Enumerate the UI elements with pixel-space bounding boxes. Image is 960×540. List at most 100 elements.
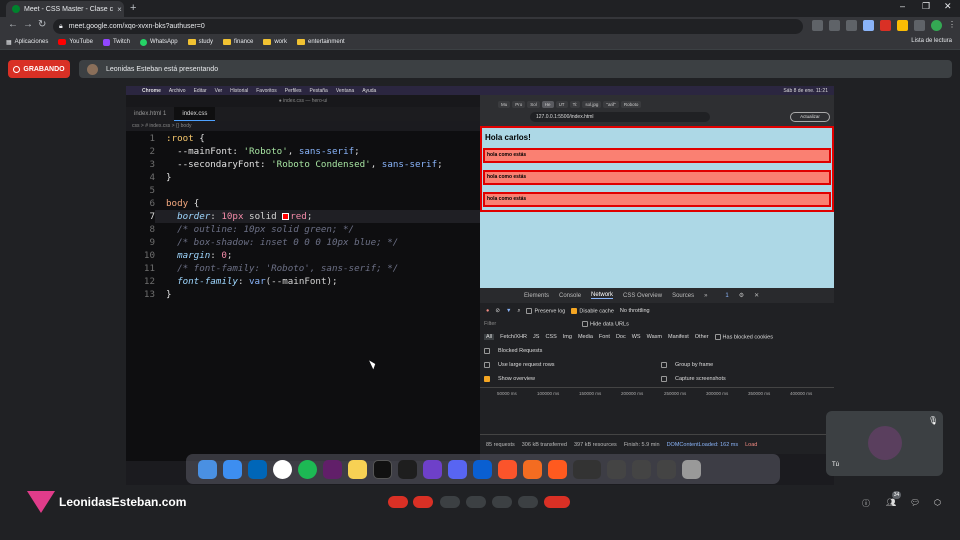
clear-icon[interactable]: ⊘ bbox=[495, 308, 500, 314]
inner-tab[interactable]: sol.jpg bbox=[582, 100, 602, 108]
sublime-icon[interactable] bbox=[523, 459, 542, 479]
blocked-requests-checkbox[interactable]: Blocked Requests bbox=[484, 348, 542, 354]
type-media[interactable]: Media bbox=[578, 334, 593, 340]
abp-icon[interactable] bbox=[880, 20, 891, 31]
disable-cache-checkbox[interactable]: Disable cache bbox=[571, 307, 614, 314]
address-bar[interactable]: 🔒︎ meet.google.com/xqo-xvxn-bks?authuser… bbox=[53, 19, 803, 34]
reload-icon[interactable]: ↻ bbox=[38, 19, 46, 30]
inner-tab[interactable]: He bbox=[541, 100, 554, 108]
inner-tab[interactable]: Roboto bbox=[620, 100, 642, 108]
profile-icon[interactable] bbox=[931, 20, 942, 31]
type-wasm[interactable]: Wasm bbox=[647, 334, 662, 340]
browser-tab[interactable]: Meet - CSS Master - Clase c × bbox=[6, 1, 124, 17]
leave-call-button[interactable] bbox=[544, 496, 570, 508]
bookmark-work[interactable]: work bbox=[263, 39, 287, 45]
tab-sources[interactable]: Sources bbox=[672, 293, 694, 299]
menu-icon[interactable]: ⋮ bbox=[948, 20, 959, 31]
type-all[interactable]: All bbox=[484, 334, 495, 341]
discord-icon[interactable] bbox=[448, 459, 467, 479]
inner-tab[interactable]: Sol bbox=[527, 100, 540, 108]
info-icon[interactable]: ⓘ bbox=[862, 498, 870, 509]
type-img[interactable]: Img bbox=[563, 334, 572, 340]
captions-button[interactable] bbox=[440, 496, 460, 508]
bookmark-apps[interactable]: ▦ Aplicaciones bbox=[6, 39, 48, 46]
back-icon[interactable]: ← bbox=[8, 19, 18, 30]
bookmark-twitch[interactable]: Twitch bbox=[102, 38, 130, 46]
show-overview-checkbox[interactable]: Show overview bbox=[484, 376, 535, 382]
type-fetch[interactable]: Fetch/XHR bbox=[500, 334, 527, 340]
camera-icon[interactable] bbox=[812, 20, 823, 31]
spotify-icon[interactable] bbox=[298, 459, 317, 479]
color-swatch-icon[interactable] bbox=[282, 213, 290, 220]
bookmark-whatsapp[interactable]: WhatsApp bbox=[139, 38, 178, 46]
blocked-cookies-checkbox[interactable]: Has blocked cookies bbox=[714, 334, 773, 340]
tab-network[interactable]: Network bbox=[591, 292, 614, 299]
chat-icon[interactable]: 💬︎ bbox=[910, 498, 920, 507]
preserve-log-checkbox[interactable]: Preserve log bbox=[526, 307, 565, 314]
mic-button[interactable] bbox=[388, 496, 408, 508]
present-button[interactable] bbox=[492, 496, 512, 508]
activities-icon[interactable]: ⬡ bbox=[934, 498, 941, 507]
search-icon[interactable]: ⌕ bbox=[517, 308, 520, 315]
share-icon[interactable] bbox=[829, 20, 840, 31]
bookmark-youtube[interactable]: YouTube bbox=[58, 39, 93, 45]
slack-icon[interactable] bbox=[323, 459, 342, 479]
type-doc[interactable]: Doc bbox=[616, 334, 626, 340]
type-font[interactable]: Font bbox=[599, 334, 610, 340]
chrome-icon[interactable] bbox=[273, 459, 292, 479]
type-js[interactable]: JS bbox=[533, 334, 539, 340]
filter-input[interactable]: Filter bbox=[484, 321, 576, 327]
hide-data-urls-checkbox[interactable]: Hide data URLs bbox=[582, 321, 629, 327]
group-frame-checkbox[interactable]: Group by frame bbox=[661, 362, 713, 368]
type-css[interactable]: CSS bbox=[545, 334, 556, 340]
tab-console[interactable]: Console bbox=[559, 293, 581, 299]
throttling-select[interactable]: No throttling bbox=[620, 308, 650, 314]
bookmark-finance[interactable]: finance bbox=[222, 39, 253, 45]
code-editor[interactable]: 1 2 3 4 5 6 7 8 9 10 11 12 13 :root { --… bbox=[126, 131, 480, 461]
1password-icon[interactable] bbox=[473, 459, 492, 479]
inner-tab[interactable]: UT bbox=[555, 100, 568, 108]
terminal-icon[interactable] bbox=[373, 459, 392, 479]
minimize-icon[interactable]: – bbox=[900, 1, 905, 11]
inner-tab[interactable]: Pro bbox=[512, 100, 526, 108]
tab-more[interactable]: » bbox=[704, 293, 707, 299]
app-icon[interactable] bbox=[548, 459, 567, 479]
extension2-icon[interactable] bbox=[897, 20, 908, 31]
github-icon[interactable] bbox=[423, 459, 442, 479]
capture-screenshots-checkbox[interactable]: Capture screenshots bbox=[661, 376, 726, 382]
mail-icon[interactable] bbox=[223, 459, 242, 479]
window-thumbnail[interactable] bbox=[632, 459, 651, 479]
tab-elements[interactable]: Elements bbox=[524, 293, 549, 299]
update-button[interactable]: Actualizar bbox=[790, 112, 830, 122]
new-tab-icon[interactable]: + bbox=[130, 2, 136, 14]
puzzle-icon[interactable] bbox=[914, 20, 925, 31]
close-devtools-icon[interactable]: ✕ bbox=[754, 292, 759, 299]
people-icon[interactable]: 👥︎ bbox=[886, 498, 896, 507]
record-network-icon[interactable]: ● bbox=[486, 308, 489, 314]
raise-hand-button[interactable] bbox=[466, 496, 486, 508]
window-thumbnail[interactable] bbox=[607, 459, 626, 479]
vscode-icon[interactable] bbox=[248, 459, 267, 479]
inner-tab[interactable]: "arif" bbox=[603, 100, 619, 108]
issues-badge[interactable]: 1 bbox=[725, 293, 728, 299]
brave-icon[interactable] bbox=[498, 459, 517, 479]
forward-icon[interactable]: → bbox=[23, 19, 33, 30]
bookmark-entertainment[interactable]: entertainment bbox=[297, 39, 345, 45]
figma-icon[interactable] bbox=[398, 459, 417, 479]
type-other[interactable]: Other bbox=[695, 334, 709, 340]
inner-address-bar[interactable]: 127.0.0.1:5500/index.html bbox=[530, 112, 710, 122]
reading-list[interactable]: Lista de lectura bbox=[911, 38, 952, 44]
tab-index-css[interactable]: index.css bbox=[174, 107, 216, 121]
close-tab-icon[interactable]: × bbox=[117, 5, 122, 14]
large-rows-checkbox[interactable]: Use large request rows bbox=[484, 362, 555, 368]
more-button[interactable] bbox=[518, 496, 538, 508]
type-ws[interactable]: WS bbox=[632, 334, 641, 340]
close-window-icon[interactable]: ✕ bbox=[944, 1, 952, 12]
finder-icon[interactable] bbox=[198, 459, 217, 479]
notes-icon[interactable] bbox=[348, 459, 367, 479]
tab-index-html[interactable]: index.html 1 bbox=[126, 107, 174, 121]
inner-tab[interactable]: Ti: bbox=[569, 100, 581, 108]
settings-icon[interactable]: ⚙ bbox=[739, 292, 744, 299]
tab-css-overview[interactable]: CSS Overview bbox=[623, 293, 662, 299]
inner-tab[interactable]: Mu bbox=[498, 100, 511, 108]
